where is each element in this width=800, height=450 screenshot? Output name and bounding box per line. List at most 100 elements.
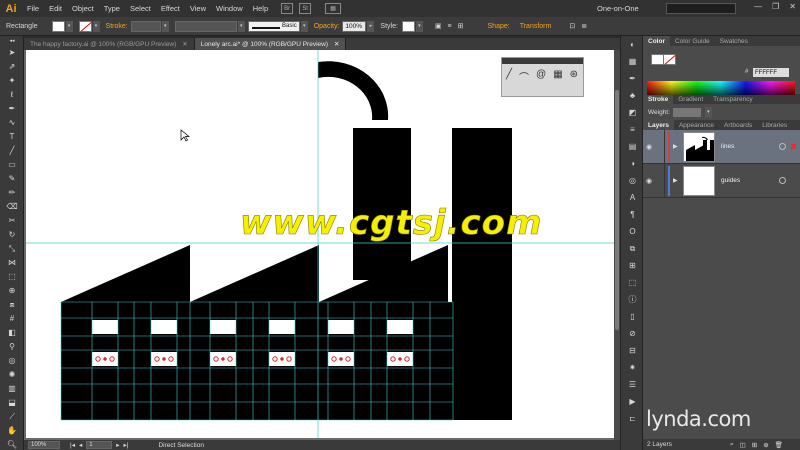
info-panel-icon[interactable]: ⓘ — [621, 291, 644, 308]
layer-row-guides[interactable]: ◉ ▶ guides — [643, 163, 800, 198]
menu-file[interactable]: File — [22, 4, 44, 13]
first-artboard-icon[interactable]: |◂ — [70, 441, 75, 449]
color-spectrum[interactable] — [647, 81, 795, 95]
prev-artboard-icon[interactable]: ◂ — [79, 441, 82, 449]
last-artboard-icon[interactable]: ▸| — [123, 441, 128, 449]
expand-arrow-icon[interactable]: ▶ — [673, 177, 681, 184]
visibility-eye-icon[interactable]: ◉ — [643, 177, 655, 185]
delete-layer-icon[interactable]: 🗑︎ — [775, 441, 783, 449]
lasso-tool-icon[interactable]: ℓ — [2, 88, 22, 101]
spiral-tool-icon[interactable]: @ — [536, 69, 546, 84]
artboard[interactable] — [26, 50, 614, 438]
rect-grid-tool-icon[interactable]: ▦ — [553, 69, 562, 84]
weight-input[interactable] — [672, 107, 701, 117]
maximize-icon[interactable]: ❐ — [772, 2, 779, 11]
rotate-tool-icon[interactable]: ↻ — [2, 228, 22, 241]
fill-dropdown[interactable]: ▾ — [65, 20, 73, 32]
tab-artboards[interactable]: Artboards — [719, 120, 757, 130]
graphic-style-swatch[interactable] — [401, 20, 415, 32]
stroke-weight-dropdown[interactable]: ▾ — [161, 20, 169, 32]
arrange-icon[interactable]: ⊞ — [458, 22, 464, 30]
transform-label[interactable]: Transform — [520, 23, 552, 30]
bridge-button[interactable]: Br — [281, 3, 294, 14]
opentype-panel-icon[interactable]: O — [621, 223, 644, 240]
color-panel-icon[interactable]: ◐ — [621, 36, 644, 53]
menu-effect[interactable]: Effect — [156, 4, 185, 13]
menu-window[interactable]: Window — [211, 4, 248, 13]
rectangle-tool-icon[interactable]: ▭ — [2, 158, 22, 171]
polar-grid-tool-icon[interactable]: ⊛ — [570, 69, 578, 84]
brushes-panel-icon[interactable]: ✒ — [621, 70, 644, 87]
visibility-eye-icon[interactable]: ◉ — [643, 143, 655, 151]
gradient-panel-icon[interactable]: ▤ — [621, 138, 644, 155]
menu-help[interactable]: Help — [248, 4, 273, 13]
symbols-panel-icon[interactable]: ♣ — [621, 87, 644, 104]
stroke-swatch[interactable] — [78, 20, 92, 32]
pencil-tool-icon[interactable]: ✏ — [2, 186, 22, 199]
stroke-label[interactable]: Stroke: — [106, 23, 128, 30]
artboard-field[interactable]: 1 — [86, 441, 113, 449]
document-setup-icon[interactable]: ▣ — [435, 22, 442, 30]
brush-dropdown[interactable]: ▾ — [300, 20, 308, 32]
tab-layers[interactable]: Layers — [643, 120, 674, 130]
hand-tool-icon[interactable]: ✋ — [2, 424, 22, 437]
tab-swatches[interactable]: Swatches — [715, 36, 753, 46]
stroke-weight-field[interactable] — [130, 20, 161, 32]
lock-toggle[interactable] — [655, 163, 665, 198]
tab-stroke[interactable]: Stroke — [643, 94, 674, 104]
factory-artwork[interactable] — [26, 50, 614, 438]
expand-arrow-icon[interactable]: ▶ — [673, 143, 681, 150]
opacity-field[interactable]: 100% — [342, 20, 367, 32]
layers-panel-icon[interactable]: ☰ — [621, 376, 644, 393]
perspective-grid-tool-icon[interactable]: ⧈ — [2, 298, 22, 311]
menu-view[interactable]: View — [185, 4, 211, 13]
transparency-panel-icon[interactable]: ◑ — [621, 155, 644, 172]
tab-appearance[interactable]: Appearance — [674, 120, 719, 130]
tab-gradient[interactable]: Gradient — [673, 94, 708, 104]
slice-tool-icon[interactable]: ⟋ — [2, 410, 22, 423]
paragraph-panel-icon[interactable]: ¶ — [621, 206, 644, 223]
appearance-panel-icon[interactable]: ◎ — [621, 172, 644, 189]
document-info-icon[interactable]: ▯ — [621, 308, 644, 325]
layer-target-icon[interactable] — [779, 177, 786, 184]
make-clipping-mask-icon[interactable]: ◫ — [740, 441, 746, 449]
align-icon[interactable]: ≡ — [448, 23, 452, 30]
shape-builder-tool-icon[interactable]: ⊕ — [2, 284, 22, 297]
stroke-color-swatch[interactable] — [663, 54, 676, 65]
brush-definition[interactable]: Basic — [247, 20, 300, 32]
locate-object-icon[interactable]: ⌕ — [730, 441, 734, 449]
tab-lonely-arc[interactable]: Lonely arc.ai* @ 100% (RGB/GPU Preview) … — [194, 38, 347, 50]
blend-tool-icon[interactable]: ◎ — [2, 354, 22, 367]
graphic-style-dropdown[interactable]: ▾ — [415, 20, 423, 32]
gradient-tool-icon[interactable]: ◧ — [2, 326, 22, 339]
layer-target-icon[interactable] — [779, 143, 786, 150]
fill-swatch[interactable] — [51, 20, 65, 32]
line-segment-icon[interactable]: ╱ — [506, 69, 512, 84]
artboards-panel-icon[interactable]: ⊏ — [621, 410, 644, 427]
panel-menu-icon[interactable]: ≣ — [581, 22, 587, 30]
zoom-tool-icon[interactable]: 🔍︎ — [2, 438, 22, 450]
pathfinder-panel-icon[interactable]: ⧉ — [621, 240, 644, 257]
line-tool-icon[interactable]: ╱ — [2, 144, 22, 157]
canvas-area[interactable] — [24, 50, 620, 440]
stroke-panel-icon[interactable]: ≡ — [621, 121, 644, 138]
symbol-sprayer-tool-icon[interactable]: ✺ — [2, 368, 22, 381]
shape-label[interactable]: Shape: — [488, 23, 510, 30]
tab-color-guide[interactable]: Color Guide — [670, 36, 715, 46]
selection-tool-icon[interactable]: ➤ — [2, 46, 22, 59]
menu-type[interactable]: Type — [99, 4, 125, 13]
stroke-dropdown[interactable]: ▾ — [92, 20, 100, 32]
next-artboard-icon[interactable]: ▸ — [116, 441, 119, 449]
tab-transparency[interactable]: Transparency — [708, 94, 758, 104]
minimize-icon[interactable]: — — [754, 2, 762, 11]
layer-name-lines[interactable]: lines — [721, 143, 734, 150]
weight-dropdown[interactable]: ▾ — [704, 106, 712, 118]
panel-collapse-icon[interactable]: ◂◂ — [2, 37, 22, 45]
hex-input[interactable]: FFFFFF — [753, 68, 789, 77]
menu-object[interactable]: Object — [67, 4, 99, 13]
transform-panel-icon[interactable]: ⬚ — [621, 274, 644, 291]
layer-name-guides[interactable]: guides — [721, 177, 740, 184]
eraser-tool-icon[interactable]: ⌫ — [2, 200, 22, 213]
layer-row-lines[interactable]: ◉ ▶ lines — [643, 129, 800, 164]
swatches-panel-icon[interactable]: ▦ — [621, 53, 644, 70]
